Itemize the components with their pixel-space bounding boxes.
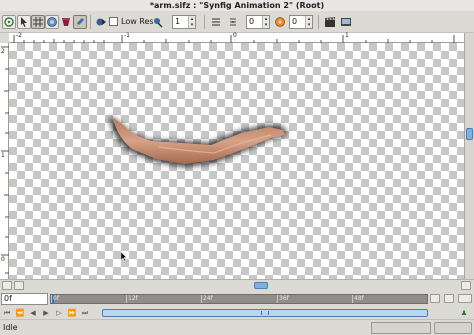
render-icon[interactable] xyxy=(340,16,352,28)
clapper-icon[interactable] xyxy=(324,16,336,28)
ruler-label: -2 xyxy=(16,32,22,39)
time-slider[interactable]: 0f 12f 24f 36f 48f xyxy=(50,294,428,304)
vertical-scroll-thumb[interactable] xyxy=(466,128,473,140)
draw-tool-button[interactable] xyxy=(73,15,87,29)
zoom-in-button[interactable] xyxy=(14,281,24,290)
onion-toggle-button[interactable] xyxy=(458,294,472,303)
render-progress-bar xyxy=(371,322,431,334)
ruler-ticks xyxy=(1,46,9,274)
spin-arrows[interactable]: ▴ ▾ xyxy=(305,16,312,28)
ruler-label: 0 xyxy=(1,256,5,263)
seek-next-frame-icon[interactable]: ▷ xyxy=(54,308,64,318)
time-tick-label: 0f xyxy=(53,295,59,302)
pen-icon xyxy=(76,18,84,26)
onion-past-icon[interactable] xyxy=(210,16,222,28)
status-text: Idle xyxy=(3,323,18,332)
horizontal-scrollbar[interactable] xyxy=(0,279,474,291)
spin-arrows[interactable]: ▴ ▾ xyxy=(188,16,195,28)
lowres-label: Low Res xyxy=(121,17,154,26)
window-title: *arm.sifz : "Synfig Animation 2" (Root) xyxy=(0,0,474,11)
horizontal-scroll-thumb[interactable] xyxy=(254,282,268,289)
toggle-onion-skin-button[interactable] xyxy=(45,15,59,29)
past-onion-value: 0 xyxy=(249,17,255,26)
seek-prev-frame-icon[interactable]: ◀ xyxy=(28,308,38,318)
onion-future-icon[interactable] xyxy=(227,16,239,28)
zoom-fit-button[interactable] xyxy=(461,281,471,290)
onion-icon xyxy=(47,17,57,27)
vertical-ruler[interactable]: 2 1 0 xyxy=(0,43,9,279)
stop-render-button[interactable] xyxy=(434,322,472,334)
toggle-grid-button[interactable] xyxy=(31,15,45,29)
ruler-label: 2 xyxy=(1,48,5,55)
keyframe-lock-button[interactable] xyxy=(444,294,454,303)
ruler-label: 1 xyxy=(345,32,349,39)
lowres-checkbox[interactable] xyxy=(109,17,118,26)
animation-person-icon[interactable]: ♟ xyxy=(459,308,469,318)
arm-artwork xyxy=(109,116,287,167)
time-tick-label: 12f xyxy=(128,295,138,302)
ruler-corner xyxy=(0,33,9,43)
time-tick-label: 24f xyxy=(203,295,213,302)
current-frame-field[interactable]: 0f xyxy=(1,293,48,305)
toggle-ducks-button[interactable] xyxy=(17,15,31,29)
playback-bar: ⏮ ⏪ ◀ ▶ ▷ ⏩ ⏭ ♟ xyxy=(0,307,474,319)
seek-end-icon[interactable]: ⏭ xyxy=(80,308,90,318)
preview-icon[interactable] xyxy=(152,16,164,28)
target-icon xyxy=(4,17,14,27)
seek-begin-icon[interactable]: ⏮ xyxy=(2,308,12,318)
past-onion-spinner[interactable]: 0 ▴ ▾ xyxy=(246,15,270,29)
status-bar: Idle xyxy=(0,319,474,335)
future-onion-spinner[interactable]: 0 ▴ ▾ xyxy=(289,15,313,29)
quality-spinner[interactable]: 1 ▴ ▾ xyxy=(172,15,196,29)
ruler-label: 1 xyxy=(1,152,5,159)
quality-value: 1 xyxy=(175,17,181,26)
render-settings-icon[interactable] xyxy=(95,16,107,28)
horizontal-ruler[interactable]: -2 -1 0 1 xyxy=(9,33,464,43)
vertical-scrollbar[interactable] xyxy=(464,33,474,279)
animation-mode-button[interactable] xyxy=(430,294,440,303)
shield-icon[interactable] xyxy=(60,16,72,28)
toggle-guides-button[interactable] xyxy=(2,15,16,29)
ruler-label: -1 xyxy=(124,32,130,39)
play-icon[interactable]: ▶ xyxy=(41,308,51,318)
scroll-grip xyxy=(261,311,269,315)
grid-icon xyxy=(33,17,43,27)
seek-next-keyframe-icon[interactable]: ⏩ xyxy=(67,308,77,318)
zoom-out-button[interactable] xyxy=(2,281,12,290)
canvas-toolbar: Low Res 1 ▴ ▾ 0 ▴ ▾ 0 ▴ ▾ xyxy=(0,11,474,33)
onion-orange-icon[interactable] xyxy=(274,16,286,28)
ruler-label: 0 xyxy=(233,32,237,39)
cursor-arrow-icon xyxy=(21,17,27,27)
time-tick-label: 36f xyxy=(279,295,289,302)
work-area-canvas[interactable] xyxy=(9,43,464,279)
seek-prev-keyframe-icon[interactable]: ⏪ xyxy=(15,308,25,318)
mouse-cursor-icon xyxy=(121,252,127,261)
time-zoom-scrollbar[interactable] xyxy=(102,309,428,317)
time-tick-label: 48f xyxy=(354,295,364,302)
time-bar: 0f 0f 12f 24f 36f 48f xyxy=(0,291,474,307)
future-onion-value: 0 xyxy=(292,17,298,26)
spin-arrows[interactable]: ▴ ▾ xyxy=(262,16,269,28)
